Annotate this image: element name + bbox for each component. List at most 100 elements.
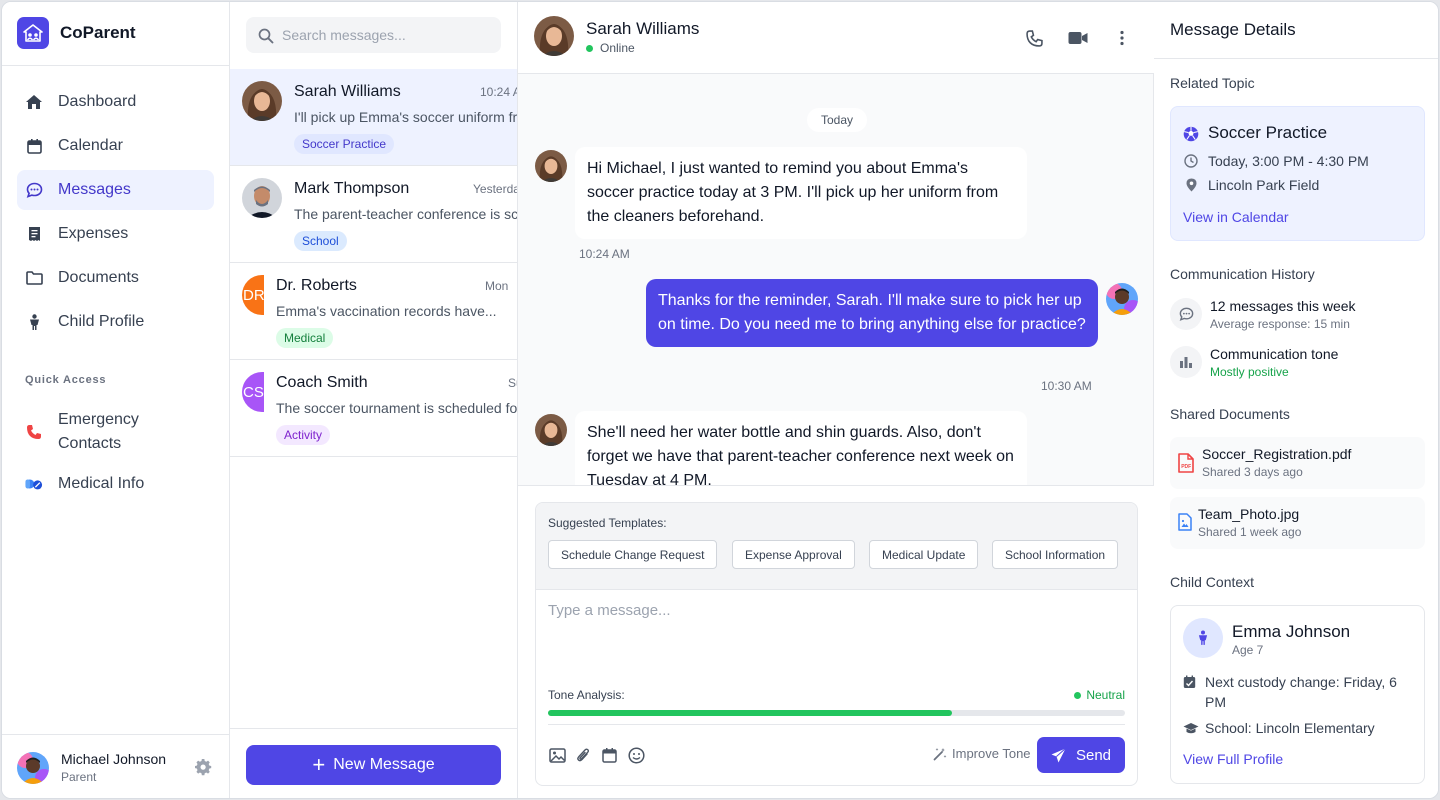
school-text: School: Lincoln Elementary	[1205, 720, 1375, 736]
view-in-calendar-link[interactable]: View in Calendar	[1183, 209, 1289, 225]
nav-label: Expenses	[58, 225, 129, 242]
chat-header: Sarah Williams Online	[518, 2, 1154, 74]
conversation-name: Dr. Roberts	[276, 277, 357, 294]
nav-item-expenses[interactable]: Expenses	[17, 214, 214, 254]
composer-box: Suggested Templates: Schedule Change Req…	[535, 502, 1138, 786]
conversation-item[interactable]: CS Coach Smith Sun The soccer tournament…	[230, 360, 518, 457]
search-box	[246, 17, 501, 53]
document-shared-time: Shared 3 days ago	[1202, 465, 1303, 479]
image-icon[interactable]	[548, 746, 566, 764]
more-options-icon[interactable]	[1111, 27, 1133, 49]
message-details-panel: Message Details Related Topic Soccer Pra…	[1154, 2, 1438, 798]
calendar-check-icon	[1183, 674, 1196, 694]
child-icon	[1183, 618, 1223, 658]
child-name: Emma Johnson	[1232, 622, 1351, 641]
document-shared-time: Shared 1 week ago	[1198, 525, 1302, 539]
nav-item-medical-info[interactable]: Medical Info	[17, 464, 214, 504]
history-tone-label: Communication tone	[1210, 346, 1339, 362]
conversation-time: Sun	[508, 376, 517, 390]
nav-item-child-profile[interactable]: Child Profile	[17, 302, 214, 342]
paperclip-icon[interactable]	[574, 746, 592, 764]
nav-label-line1: Emergency	[58, 411, 139, 428]
settings-gear-icon[interactable]	[195, 759, 213, 782]
coparent-logo-icon[interactable]	[17, 17, 49, 49]
sidebar: CoParent Dashboard Calendar Messages Exp…	[2, 2, 230, 798]
suggested-templates: Suggested Templates: Schedule Change Req…	[536, 503, 1137, 590]
phone-call-icon[interactable]	[1023, 27, 1045, 49]
nav-label: Documents	[58, 269, 139, 286]
nav-item-documents[interactable]: Documents	[17, 258, 214, 298]
user-avatar[interactable]	[17, 752, 49, 784]
message-time: 10:30 AM	[1041, 379, 1092, 393]
child-context-label: Child Context	[1170, 574, 1255, 590]
divider	[548, 724, 1125, 725]
contact-name: Sarah Williams	[586, 19, 700, 38]
improve-tone-button[interactable]: Improve Tone	[933, 746, 1031, 761]
conversation-preview: Emma's vaccination records have...	[276, 303, 497, 319]
conversation-preview: The parent-teacher conference is schedul…	[294, 206, 518, 222]
search-input[interactable]	[282, 17, 492, 53]
conversation-list: Sarah Williams 10:24 AM I'll pick up Emm…	[230, 69, 518, 457]
nav-item-dashboard[interactable]: Dashboard	[17, 82, 214, 122]
message-bubble-outgoing: Thanks for the reminder, Sarah. I'll mak…	[646, 279, 1098, 347]
app-window: CoParent Dashboard Calendar Messages Exp…	[1, 1, 1439, 799]
related-topic-label: Related Topic	[1170, 75, 1255, 91]
view-full-profile-link[interactable]: View Full Profile	[1183, 751, 1283, 767]
template-chip[interactable]: Medical Update	[869, 540, 979, 569]
tone-value: Neutral	[1074, 688, 1125, 702]
status-text: Online	[600, 41, 635, 55]
user-role: Parent	[61, 770, 97, 784]
avatar-initials: DR	[242, 275, 264, 315]
topic-title: Soccer Practice	[1208, 123, 1328, 142]
sender-avatar	[1106, 283, 1138, 315]
svg-text:PDF: PDF	[1181, 464, 1191, 470]
avatar-initials: CS	[242, 372, 264, 412]
send-button[interactable]: Send	[1037, 737, 1125, 773]
conversation-item[interactable]: Mark Thompson Yesterday The parent-teach…	[230, 166, 518, 263]
shared-document-item[interactable]: Team_Photo.jpg Shared 1 week ago	[1170, 497, 1425, 549]
conversation-item[interactable]: DR Dr. Roberts Mon Emma's vaccination re…	[230, 263, 517, 360]
online-dot-icon	[586, 44, 593, 52]
communication-history-label: Communication History	[1170, 266, 1315, 282]
contact-avatar[interactable]	[534, 16, 574, 56]
child-context-card: Emma Johnson Age 7 Next custody change: …	[1170, 605, 1425, 784]
brand-name: CoParent	[60, 23, 136, 42]
avatar	[242, 178, 282, 218]
tag-badge: Activity	[276, 425, 331, 445]
topic-time: Today, 3:00 PM - 4:30 PM	[1208, 153, 1369, 169]
pills-icon	[25, 475, 43, 493]
nav-label: Emergency Contacts	[58, 408, 139, 456]
chat-icon	[25, 181, 43, 199]
location-pin-icon	[1183, 178, 1199, 192]
conversation-time: Mon	[485, 279, 509, 293]
template-chip[interactable]: School Information	[992, 540, 1119, 569]
template-chip[interactable]: Expense Approval	[732, 540, 855, 569]
video-call-icon[interactable]	[1067, 27, 1089, 49]
nav-label: Messages	[58, 181, 131, 198]
custody-row: Next custody change: Friday, 6 PM	[1183, 672, 1423, 712]
document-name: Team_Photo.jpg	[1198, 506, 1300, 522]
history-average-response: Average response: 15 min	[1210, 317, 1350, 331]
nav-item-messages[interactable]: Messages	[17, 170, 214, 210]
message-bubble-incoming: She'll need her water bottle and shin gu…	[575, 411, 1027, 485]
plus-icon: +	[312, 752, 326, 777]
calendar-icon	[25, 137, 43, 155]
new-message-button[interactable]: + New Message	[246, 745, 501, 785]
child-icon	[25, 313, 43, 331]
custody-line2: PM	[1205, 694, 1226, 710]
history-tone-value: Mostly positive	[1210, 365, 1289, 379]
topic-card: Soccer Practice Today, 3:00 PM - 4:30 PM…	[1170, 106, 1425, 241]
emoji-icon[interactable]	[627, 746, 645, 764]
template-chip[interactable]: Schedule Change Request	[548, 540, 718, 569]
avatar	[242, 81, 282, 121]
shared-document-item[interactable]: PDF Soccer_Registration.pdf Shared 3 day…	[1170, 437, 1425, 489]
nav-label-line2: Contacts	[58, 435, 122, 452]
calendar-icon[interactable]	[600, 746, 618, 764]
message-input[interactable]	[548, 602, 1125, 675]
nav-item-calendar[interactable]: Calendar	[17, 126, 214, 166]
paper-plane-icon	[1051, 747, 1066, 763]
conversation-preview: The soccer tournament is scheduled for	[276, 400, 518, 416]
conversation-item[interactable]: Sarah Williams 10:24 AM I'll pick up Emm…	[230, 69, 517, 166]
sender-avatar	[535, 150, 567, 182]
nav-item-emergency-contacts[interactable]: Emergency Contacts	[17, 404, 214, 460]
